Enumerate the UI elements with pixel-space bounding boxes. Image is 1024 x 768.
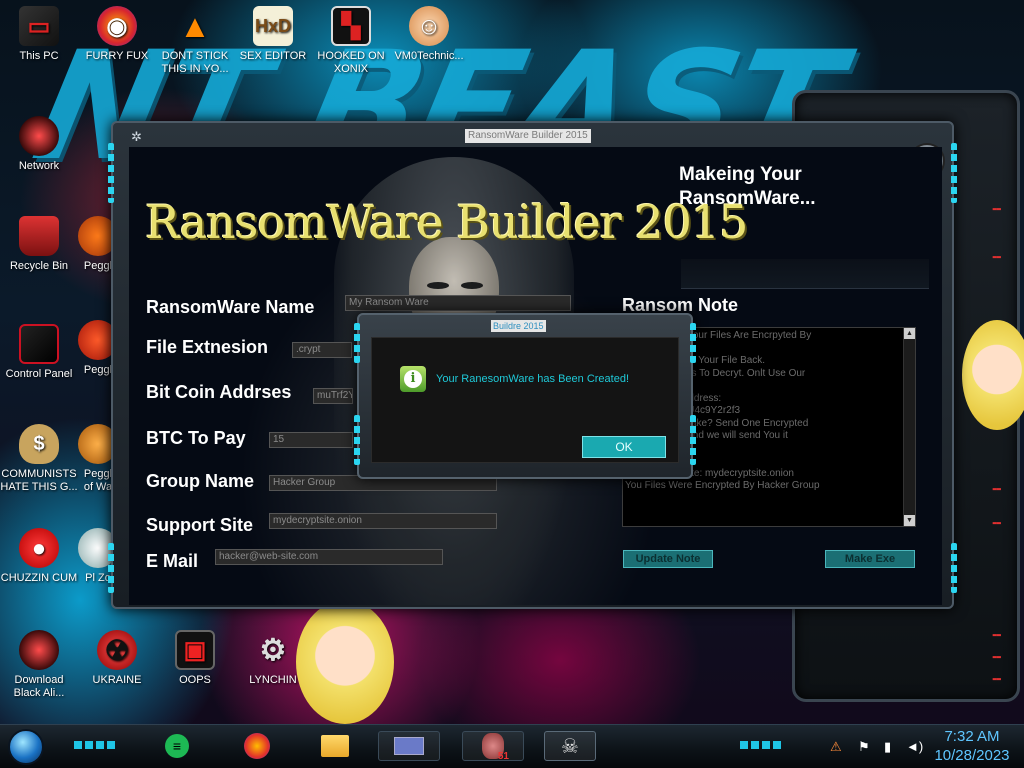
taskbar-star-app-icon[interactable]: 51 <box>462 731 524 762</box>
desktop-icon-communists[interactable]: $ COMMUNISTS HATE THIS G... <box>0 424 78 494</box>
field-label-email: E Mail <box>146 551 199 571</box>
taskbar-control-panel-icon[interactable] <box>378 731 440 761</box>
taskbar-skull-app-icon[interactable]: ☠ <box>544 731 596 761</box>
xonix-game-icon: ▚ <box>331 6 371 46</box>
chuzzle-icon: ● <box>19 528 59 568</box>
money-bag-icon: $ <box>19 424 59 464</box>
recycle-bin-icon <box>19 216 59 256</box>
btc-amount-input[interactable]: 15 <box>269 432 353 448</box>
vlc-cone-icon: ▲ <box>179 7 211 44</box>
info-icon: i <box>400 366 426 392</box>
scroll-up-arrow-icon[interactable]: ▲ <box>904 328 915 339</box>
hxd-editor-icon: HxD <box>253 6 293 46</box>
dialog-title: Buildre 2015 <box>491 320 546 332</box>
field-label-btc-amount: BTC To Pay <box>146 428 246 448</box>
taskbar-spotify-icon[interactable]: ≡ <box>160 731 194 761</box>
taskbar-led <box>74 741 118 749</box>
window-title: RansomWare Builder 2015 <box>465 129 591 143</box>
control-panel-icon <box>19 324 59 364</box>
status-message: Makeing Your RansomWare... <box>679 164 816 209</box>
cartoon-character-right <box>962 320 1024 430</box>
desktop-icon-network[interactable]: Network <box>0 116 78 173</box>
update-note-button[interactable]: Update Note <box>623 550 713 568</box>
field-label-extension: File Extnesion <box>146 337 269 357</box>
led-strip <box>354 323 360 363</box>
gear-icon[interactable]: ✲ <box>131 129 142 145</box>
tray-network-icon[interactable]: ▮ <box>884 739 891 755</box>
led-strip <box>354 415 360 465</box>
led-strip <box>951 543 957 593</box>
note-scrollbar[interactable]: ▲ ▼ <box>903 328 915 526</box>
alien-head-icon <box>19 630 59 670</box>
desktop-icon-ukraine[interactable]: ☢ UKRAINE <box>78 630 156 687</box>
app-title: RansomWare Builder 2015 <box>145 195 748 249</box>
ok-button[interactable]: OK <box>582 436 666 458</box>
field-label-btc-address: Bit Coin Addrses <box>146 382 292 402</box>
clock-time: 7:32 AM <box>944 728 1000 745</box>
desktop-icon-hooked-on-xonix[interactable]: ▚ HOOKED ON XONIX <box>312 6 390 76</box>
progress-strip <box>681 259 929 289</box>
taskbar-led <box>740 741 784 749</box>
desktop-icon-furry-fux[interactable]: ◉ FURRY FUX <box>78 6 156 63</box>
led-strip <box>108 543 114 593</box>
scroll-down-arrow-icon[interactable]: ▼ <box>904 515 915 526</box>
doctor-avatar-icon: ☺ <box>409 6 449 46</box>
tray-volume-icon[interactable]: ◄) <box>906 739 923 754</box>
panel-readout: ▬▬ <box>992 653 1001 661</box>
field-label-group: Group Name <box>146 471 255 491</box>
start-button[interactable] <box>8 729 44 765</box>
email-input[interactable]: hacker@web-site.com <box>215 549 443 565</box>
firefox-icon: ◉ <box>97 6 137 46</box>
desktop-icon-chuzzin[interactable]: ● CHUZZIN CUM <box>0 528 78 585</box>
cartoon-character-bottom <box>296 600 394 724</box>
gear-knot-icon: ⚙ <box>259 633 287 667</box>
led-strip <box>951 143 957 203</box>
make-exe-button[interactable]: Make Exe <box>825 550 915 568</box>
panel-readout: ▬▬ <box>992 631 1001 639</box>
desktop-icon-sex-editor[interactable]: HxD SEX EDITOR <box>234 6 312 63</box>
dialog-body: i Your RanesomWare has Been Created! OK <box>371 337 679 463</box>
network-globe-icon <box>19 116 59 156</box>
desktop-icon-recycle-bin[interactable]: Recycle Bin <box>0 216 78 273</box>
taskbar-clock[interactable]: 7:32 AM 10/28/2023 <box>930 727 1014 765</box>
desktop-icon-control-panel[interactable]: Control Panel <box>0 324 78 381</box>
bitcoin-address-input[interactable]: muTrf2Y <box>313 388 353 404</box>
radiation-icon: ☢ <box>97 630 137 670</box>
desktop-icon-oops[interactable]: ▣ OOPS <box>156 630 234 687</box>
field-label-support-site: Support Site <box>146 515 253 535</box>
oops-app-icon: ▣ <box>175 630 215 670</box>
tray-flag-icon[interactable]: ⚑ <box>858 739 870 755</box>
taskbar-firefox-icon[interactable] <box>240 731 274 761</box>
led-strip <box>690 415 696 465</box>
desktop-icon-vm0technic[interactable]: ☺ VM0Technic... <box>390 6 468 63</box>
support-site-input[interactable]: mydecryptsite.onion <box>269 513 497 529</box>
field-label-name: RansomWare Name <box>146 297 315 317</box>
build-complete-dialog[interactable]: Buildre 2015 i Your RanesomWare has Been… <box>354 313 696 479</box>
taskbar-badge: 51 <box>497 751 509 762</box>
led-strip <box>108 143 114 203</box>
desktop-icon-this-pc[interactable]: ▭ This PC <box>0 6 78 63</box>
ransomware-name-input[interactable]: My Ransom Ware <box>345 295 571 311</box>
desktop-icon-download-black[interactable]: Download Black Ali... <box>0 630 78 700</box>
led-strip <box>690 323 696 363</box>
taskbar: ≡ 51 ☠ ⚠ ⚑ ▮ ◄) 7:32 AM 10/28/2023 <box>0 724 1024 768</box>
file-extension-input[interactable]: .crypt <box>292 342 352 358</box>
dialog-message: Your RanesomWare has Been Created! <box>436 373 630 385</box>
desktop-icon-dont-stick[interactable]: ▲ DONT STICK THIS IN YO... <box>156 6 234 76</box>
clock-date: 10/28/2023 <box>934 747 1010 764</box>
computer-icon: ▭ <box>19 6 59 46</box>
tray-alert-icon[interactable]: ⚠ <box>830 739 842 755</box>
panel-readout: ▬▬ <box>992 675 1001 683</box>
taskbar-file-explorer-icon[interactable] <box>318 731 352 761</box>
